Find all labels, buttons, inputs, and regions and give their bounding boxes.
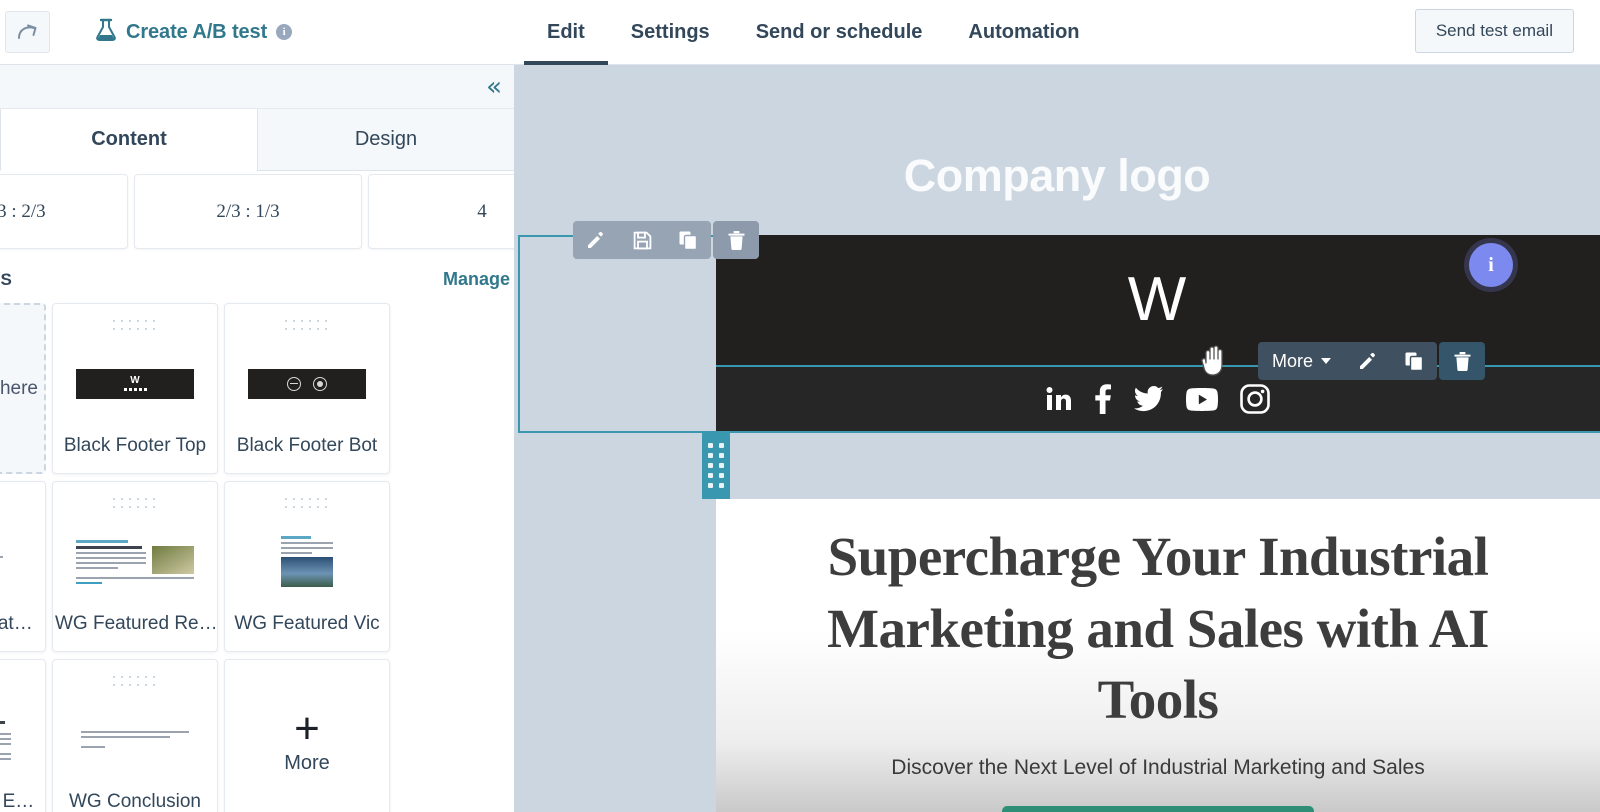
section-card-wg-featured-resource[interactable]: WG Featured Re… [52,481,218,652]
section-card-label: Black Footer Bot [236,435,378,456]
drag-dots-icon [285,320,329,332]
section-card-black-footer-bot[interactable]: Black Footer Bot [224,303,390,474]
tab-content[interactable]: Content [0,109,257,171]
section-toolbar [573,221,759,259]
duplicate-icon[interactable] [1391,342,1437,380]
drag-dots-icon [113,676,157,688]
section-card-label: Black Footer Top [63,435,207,456]
save-icon[interactable] [619,221,665,259]
email-headline: Supercharge Your Industrial Marketing an… [827,526,1489,730]
section-card-label: WG Featured Re… [55,613,215,634]
tab-send-or-schedule[interactable]: Send or schedule [733,0,946,65]
top-bar: Create A/B test i Edit Settings Send or … [0,0,1600,65]
create-ab-test-button[interactable]: Create A/B test i [95,18,293,47]
section-card-wg-featured-video[interactable]: WG Featured Vic [224,481,390,652]
section-card-label: column Signat… [0,613,33,634]
more-dropdown-button[interactable]: More [1258,342,1345,380]
section-card-label: WG Conclusion [69,791,201,812]
facebook-icon[interactable] [1094,384,1112,414]
ab-test-label: Create A/B test [126,20,268,43]
instagram-icon[interactable] [1240,384,1270,414]
email-body: W [716,235,1600,433]
delete-icon[interactable] [1439,342,1485,380]
section-thumbnail: W [53,332,217,435]
section-card-wg-conclusion[interactable]: WG Conclusion [52,659,218,812]
manage-sections-link[interactable]: Manage [443,269,510,290]
more-sections-button[interactable]: + More [224,659,390,812]
section-card-label: G Upcoming E… [0,791,35,812]
layout-chip-row: 1/3 : 2/3 2/3 : 1/3 4 [0,174,514,249]
grab-hand-cursor [1199,343,1229,382]
section-thumbnail [53,688,217,791]
company-logo-placeholder: Company logo [903,150,1211,201]
layout-chip-4[interactable]: 4 [368,174,514,249]
section-thumbnail [0,688,45,791]
drag-dots-icon [285,498,329,510]
tab-edit[interactable]: Edit [524,0,608,65]
panel-tabs: Content Design [0,109,514,171]
twitter-icon[interactable] [1134,386,1164,412]
plus-icon: + [294,703,320,753]
module-toolbar-group: More [1258,342,1438,380]
edit-pencil-icon[interactable] [1345,342,1391,380]
saved-sections-header: ̵ED SECTIONS Manage [0,269,510,290]
module-toolbar: More [1258,342,1486,380]
collapse-panel-icon[interactable]: « [486,74,502,100]
section-thumbnail [0,510,45,613]
tab-automation[interactable]: Automation [945,0,1102,65]
email-editor-app: Create A/B test i Edit Settings Send or … [0,0,1600,812]
saved-sections-grid: Drop section here W Black Footer Top [0,303,390,812]
drag-dots-icon [113,320,157,332]
panel-collapse-bar: « [0,65,514,109]
layout-chip-1-3-2-3[interactable]: 1/3 : 2/3 [0,174,128,249]
email-hero-module[interactable]: Supercharge Your Industrial Marketing an… [716,499,1600,812]
redo-button[interactable] [5,11,50,53]
module-drag-handle[interactable] [702,431,730,499]
section-thumbnail [225,510,389,613]
brand-w-logo: W [1127,265,1189,334]
layout-chip-2-3-1-3[interactable]: 2/3 : 1/3 [134,174,362,249]
section-thumbnail [225,332,389,435]
section-card-wg-upcoming-event[interactable]: G Upcoming E… [0,659,46,812]
delete-icon[interactable] [713,221,759,259]
ab-test-info-icon[interactable]: i [276,24,293,40]
section-thumbnail [53,510,217,613]
linkedin-icon[interactable] [1046,386,1072,412]
duplicate-icon[interactable] [665,221,711,259]
left-content-panel: « Content Design 1/3 : 2/3 2/3 : 1/3 4 ̵… [0,65,514,812]
panel-scroll-area: 1/3 : 2/3 2/3 : 1/3 4 ̵ED SECTIONS Manag… [0,171,514,812]
info-badge[interactable]: i [1469,243,1513,287]
drop-section-label: Drop section here [0,377,38,399]
chevron-down-icon [1321,358,1332,364]
send-test-email-button[interactable]: Send test email [1414,9,1574,53]
section-toolbar-group [573,221,711,259]
more-label: More [284,752,330,775]
youtube-icon[interactable] [1186,387,1218,411]
edit-pencil-icon[interactable] [573,221,619,259]
drag-dots-icon [708,442,724,488]
email-subhead: Discover the Next Level of Industrial Ma… [891,755,1425,779]
drop-section-zone[interactable]: Drop section here [0,303,46,474]
more-label: More [1272,350,1314,371]
section-card-label: WG Featured Vic [234,613,380,634]
section-toolbar-delete-group [713,221,759,259]
section-card-black-footer-top[interactable]: W Black Footer Top [52,303,218,474]
tab-settings[interactable]: Settings [608,0,733,65]
email-preview-canvas: Company logo W Supercharge Your Industri… [514,65,1600,812]
primary-nav-tabs: Edit Settings Send or schedule Automatio… [524,0,1103,65]
tab-design[interactable]: Design [257,109,514,171]
redo-arrow-icon [15,22,41,42]
saved-sections-title: ̵ED SECTIONS [0,269,13,289]
email-cta-button[interactable] [1002,805,1314,812]
flask-icon [95,18,117,47]
section-card-column-signature[interactable]: column Signat… [0,481,46,652]
drag-dots-icon [113,498,157,510]
module-toolbar-delete-group [1439,342,1486,380]
